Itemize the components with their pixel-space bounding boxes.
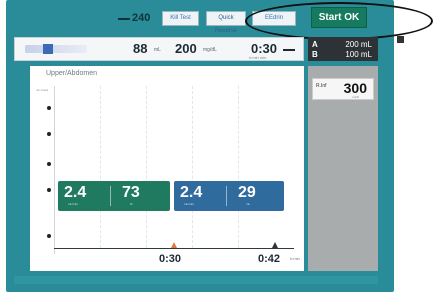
blue-value-2: 29 <box>238 184 256 201</box>
graph-y-axis <box>54 86 55 254</box>
green-value-2-unit: % <box>130 202 133 206</box>
quick-reverse-button[interactable]: Quick Reverse <box>206 11 246 34</box>
grid-line <box>192 86 193 248</box>
status-time-sub: h:min min <box>249 55 267 60</box>
time-dash-icon <box>283 49 295 51</box>
blue-value-2-unit: mL <box>246 202 251 206</box>
highlight-ellipse <box>245 2 433 40</box>
y-tick-dot <box>47 188 51 192</box>
x-axis-unit: h:min <box>290 256 300 261</box>
volume-dash-icon <box>118 18 130 20</box>
rate-label: R.Inf <box>316 83 327 89</box>
grid-line <box>238 86 239 248</box>
ab-row-a-value: 200 mL <box>345 40 372 49</box>
kill-test-button[interactable]: Kill Test <box>162 11 199 26</box>
green-value-2: 73 <box>122 184 140 201</box>
green-value-1: 2.4 <box>64 184 87 201</box>
dose-block-blue[interactable]: 2.4 mL/min 29 mL <box>174 181 284 211</box>
block-separator <box>110 186 111 206</box>
rate-value: 300 <box>343 80 367 96</box>
ab-row-a-label: A <box>312 40 318 49</box>
graph-title: Upper/Abdomen <box>46 70 97 77</box>
blue-value-1: 2.4 <box>180 184 203 201</box>
graph-x-axis <box>54 248 294 249</box>
rate-box[interactable]: R.Inf 300 mL/h <box>312 78 374 100</box>
status-bar: 88 mL 200 mg/dL 0:30 h:min min <box>14 37 304 61</box>
status-value-2: 200 <box>175 41 197 56</box>
bottom-strip <box>14 276 378 284</box>
grid-line <box>146 86 147 248</box>
graph-panel: Upper/Abdomen mL Anest 2.4 mL/min 73 % 2… <box>30 66 304 271</box>
status-time: 0:30 <box>251 41 278 56</box>
right-side-panel: R.Inf 300 mL/h <box>308 66 378 271</box>
ab-row-b-value: 100 mL <box>345 50 372 59</box>
status-value-1: 88 <box>133 41 148 56</box>
blue-value-1-unit: mL/min <box>184 202 194 206</box>
y-tick-dot <box>47 234 51 238</box>
block-separator <box>226 186 227 206</box>
ab-panel: A 200 mL B 100 mL <box>308 37 378 61</box>
volume-value: 240 <box>132 12 151 24</box>
marker-square-icon <box>397 36 404 43</box>
ab-row-b-label: B <box>312 50 318 59</box>
rate-unit: mL/h <box>352 95 359 99</box>
y-tick-dot <box>47 106 51 110</box>
graph-y-label: mL Anest <box>36 88 49 92</box>
grid-line <box>100 86 101 248</box>
status-value-1-unit: mL <box>154 47 161 53</box>
y-tick-dot <box>47 162 51 166</box>
dose-block-green[interactable]: 2.4 mL/min 73 % <box>58 181 170 211</box>
green-value-1-unit: mL/min <box>68 202 78 206</box>
status-value-2-unit: mg/dL <box>203 47 217 53</box>
y-tick-dot <box>47 132 51 136</box>
x-label-end: 0:42 <box>258 253 281 265</box>
ab-row-b: B 100 mL <box>312 50 374 59</box>
x-label-start: 0:30 <box>159 253 182 265</box>
syringe-progress-icon <box>25 44 87 54</box>
ab-row-a: A 200 mL <box>312 40 374 49</box>
